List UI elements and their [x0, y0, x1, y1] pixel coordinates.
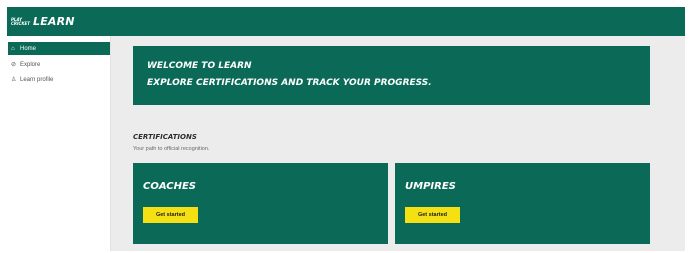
sidebar-item-learn-profile[interactable]: ♙ Learn profile	[8, 73, 110, 86]
home-icon: ⌂	[11, 45, 15, 52]
sidebar-item-label: Learn profile	[20, 76, 54, 83]
welcome-subheading: Explore certifications and track your pr…	[147, 78, 432, 88]
welcome-banner: Welcome to Learn Explore certifications …	[133, 46, 650, 105]
app-title: LEARN	[33, 15, 75, 28]
coaches-get-started-button[interactable]: Get started	[143, 207, 198, 223]
main-content: Welcome to Learn Explore certifications …	[112, 36, 685, 251]
certifications-subtitle: Your path to official recognition.	[133, 146, 210, 152]
sidebar-item-explore[interactable]: ⊘ Explore	[8, 58, 110, 71]
sidebar-item-label: Home	[20, 45, 37, 52]
sidebar-item-label: Explore	[20, 61, 41, 68]
umpires-card-title: Umpires	[405, 181, 456, 192]
welcome-heading: Welcome to Learn	[147, 61, 252, 71]
play-cricket-logo-icon: PLAY CRICKET	[11, 13, 31, 31]
top-bar: PLAY CRICKET LEARN	[7, 7, 685, 36]
certifications-heading: CERTIFICATIONS	[133, 133, 197, 141]
sidebar-item-home[interactable]: ⌂ Home	[8, 42, 110, 55]
logo-line-2: CRICKET	[11, 20, 30, 26]
umpires-get-started-button[interactable]: Get started	[405, 207, 460, 223]
umpires-card: Umpires Get started	[395, 163, 650, 244]
coaches-card: Coaches Get started	[133, 163, 388, 244]
app-frame: PLAY CRICKET LEARN ⌂ Home ⊘ Explore ♙ Le…	[7, 7, 685, 251]
profile-icon: ♙	[11, 76, 17, 83]
compass-icon: ⊘	[11, 61, 17, 68]
coaches-card-title: Coaches	[143, 181, 197, 192]
sidebar: ⌂ Home ⊘ Explore ♙ Learn profile	[7, 36, 111, 251]
logo[interactable]: PLAY CRICKET LEARN	[11, 12, 75, 32]
